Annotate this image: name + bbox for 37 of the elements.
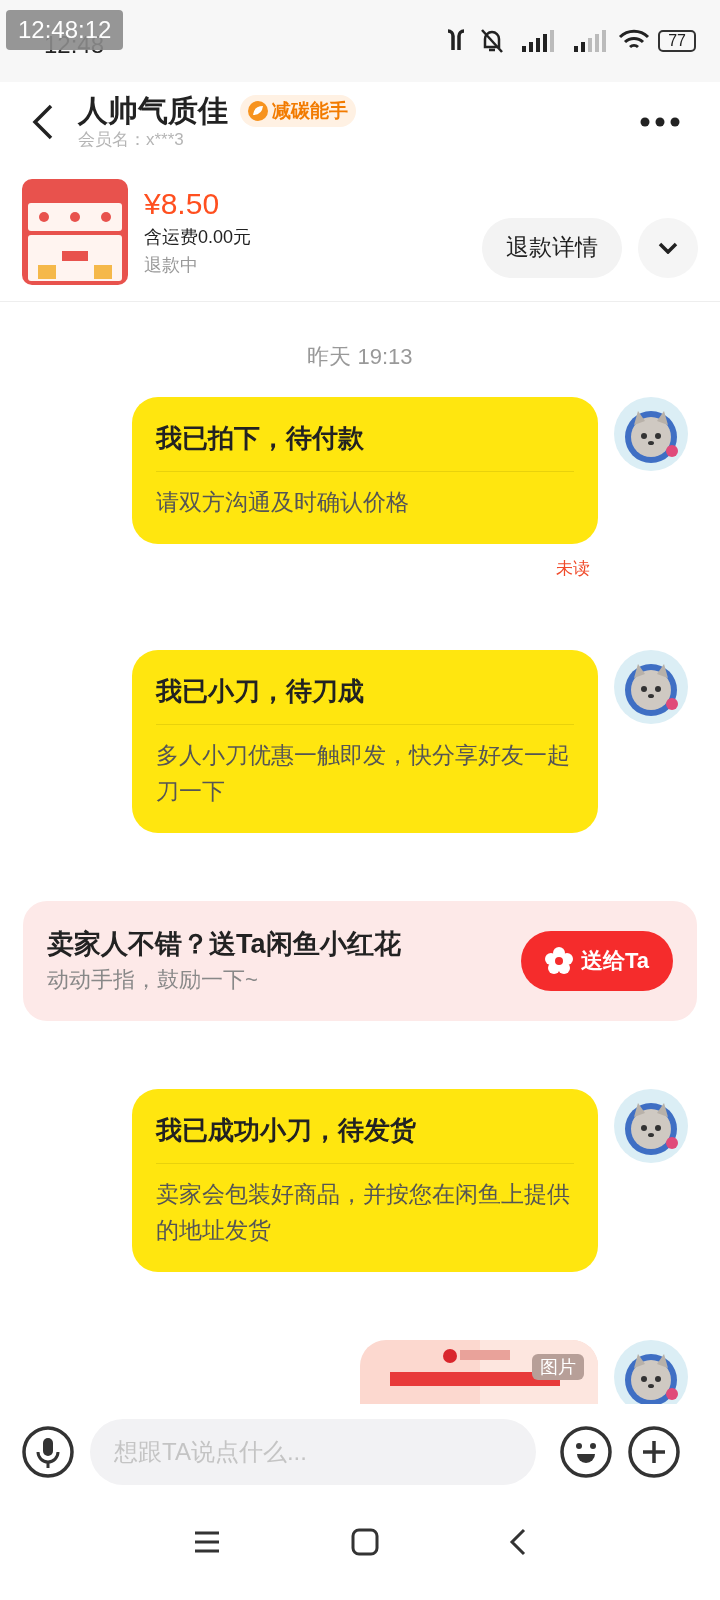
send-flower-button[interactable]: 送给Ta [520,930,673,991]
avatar-icon [614,1088,688,1163]
message-title: 我已小刀，待刀成 [156,673,574,725]
message-title: 我已成功小刀，待发货 [156,1112,574,1164]
flower-icon [544,946,573,975]
chevron-down-icon [658,241,678,254]
image-badge: 图片 [532,1353,584,1380]
promo-title: 卖家人不错？送Ta闲鱼小红花 [47,927,401,961]
emoji-icon[interactable] [560,1426,612,1478]
message-bubble[interactable]: 我已成功小刀，待发货 卖家会包装好商品，并按您在闲鱼上提供的地址发货 [132,1088,598,1272]
promo-subtitle: 动动手指，鼓励一下~ [47,965,259,994]
message-bubble[interactable]: 我已拍下，待付款 请双方沟通及时确认价格 [132,397,598,544]
message-bubble[interactable]: 我已小刀，待刀成 多人小刀优惠一触即发，快分享好友一起刀一下 [132,649,598,833]
unread-label: 未读 [556,558,590,580]
battery-indicator: 77 [658,30,696,52]
avatar-icon [614,649,688,724]
more-icon[interactable] [640,117,680,127]
message-body: 卖家会包装好商品，并按您在闲鱼上提供的地址发货 [156,1179,571,1245]
shipping-fee: 含运费0.00元 [144,225,252,249]
home-icon[interactable] [351,1528,379,1556]
message-body: 多人小刀优惠一触即发，快分享好友一起刀一下 [156,740,571,806]
refund-status: 退款中 [144,253,199,277]
achievement-badge: 减碳能手 [240,94,356,128]
timestamp: 昨天 19:13 [307,343,413,371]
menu-icon[interactable] [193,1530,221,1554]
refund-details-button[interactable]: 退款详情 [482,217,622,278]
leaf-icon [248,101,268,121]
message-title: 我已拍下，待付款 [156,421,574,472]
member-name: 会员名：x***3 [78,129,185,151]
avatar-icon [614,397,688,471]
back-icon[interactable] [509,1528,527,1556]
product-price: ¥8.50 [144,185,221,222]
chat-title: 人帅气质佳 [78,93,228,129]
add-icon[interactable] [628,1426,680,1478]
microphone-icon[interactable] [22,1426,74,1478]
message-body: 请双方沟通及时确认价格 [156,488,410,517]
back-icon[interactable] [32,104,54,140]
